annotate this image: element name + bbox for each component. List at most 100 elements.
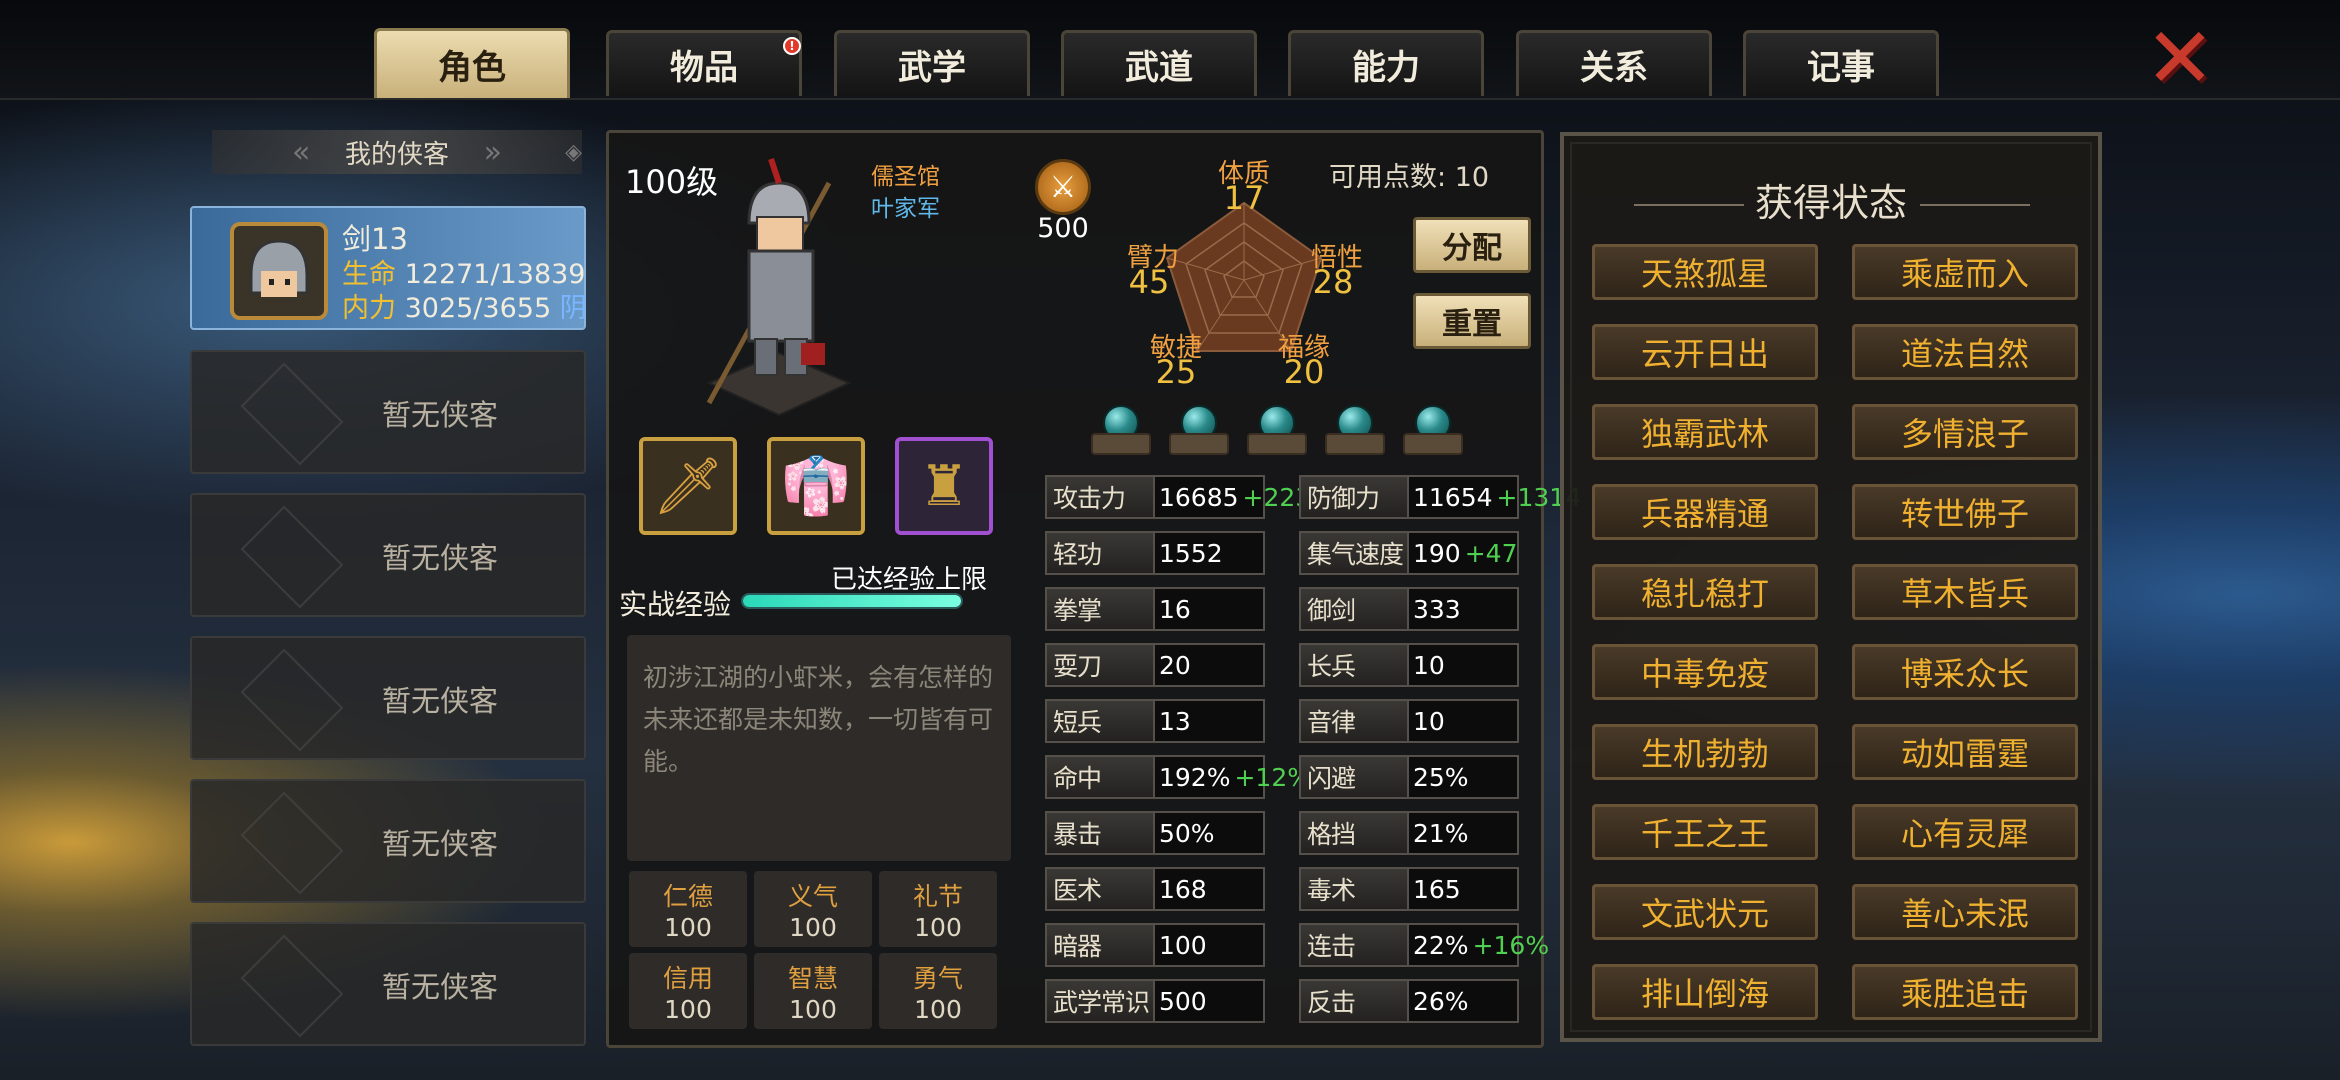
stat-number: 10 xyxy=(1413,650,1445,680)
stat-label: 命中 xyxy=(1045,755,1155,799)
roster-slot-empty[interactable]: 暂无侠客 xyxy=(190,636,586,760)
tab-items[interactable]: 物品! xyxy=(606,30,802,96)
status-effect-button[interactable]: 乘胜追击 xyxy=(1852,964,2078,1020)
mp-value: 3025/3655 xyxy=(404,293,552,324)
roster-slot-empty[interactable]: 暂无侠客 xyxy=(190,493,586,617)
stat-number: 333 xyxy=(1413,594,1461,624)
stat-label: 集气速度 xyxy=(1299,531,1409,575)
stat-number: 13 xyxy=(1159,706,1191,736)
jade-orb-icon[interactable] xyxy=(1323,403,1387,467)
tab-character[interactable]: 角色 xyxy=(374,28,570,98)
armor-slot[interactable]: 👘 xyxy=(767,437,865,535)
status-effect-button[interactable]: 文武状元 xyxy=(1592,884,1818,940)
status-effect-button[interactable]: 道法自然 xyxy=(1852,324,2078,380)
jade-orb-icon[interactable] xyxy=(1245,403,1309,467)
stat-value: 11654 +1314 xyxy=(1409,475,1581,519)
sword-medal-icon: ⚔ xyxy=(1035,159,1091,215)
stat-label: 长兵 xyxy=(1299,643,1409,687)
jade-orb-icon[interactable] xyxy=(1167,403,1231,467)
status-effect-button[interactable]: 千王之王 xyxy=(1592,804,1818,860)
status-effect-button[interactable]: 多情浪子 xyxy=(1852,404,2078,460)
status-effect-button[interactable]: 中毒免疫 xyxy=(1592,644,1818,700)
virtue-cell: 勇气 100 xyxy=(879,953,997,1029)
empty-label: 暂无侠客 xyxy=(382,970,499,1004)
status-effect-button[interactable]: 心有灵犀 xyxy=(1852,804,2078,860)
status-effect-button[interactable]: 转世佛子 xyxy=(1852,484,2078,540)
stat-label: 御剑 xyxy=(1299,587,1409,631)
status-effect-button[interactable]: 动如雷霆 xyxy=(1852,724,2078,780)
assign-button[interactable]: 分配 xyxy=(1413,217,1531,273)
jade-orb-icon[interactable] xyxy=(1401,403,1465,467)
stat-label: 毒术 xyxy=(1299,867,1409,911)
status-effect-button[interactable]: 排山倒海 xyxy=(1592,964,1818,1020)
exp-label: 实战经验 xyxy=(619,588,732,621)
roster-slot-empty[interactable]: 暂无侠客 xyxy=(190,779,586,903)
robe-icon: 👘 xyxy=(781,454,851,519)
stat-label: 反击 xyxy=(1299,979,1409,1023)
exp-bar xyxy=(741,593,963,609)
helmet-icon xyxy=(249,239,309,297)
stat-number: 500 xyxy=(1159,986,1207,1016)
virtue-value: 100 xyxy=(789,912,837,942)
virtue-cell: 信用 100 xyxy=(629,953,747,1029)
school-label: 儒圣馆 xyxy=(871,164,940,190)
status-effect-button[interactable]: 云开日出 xyxy=(1592,324,1818,380)
tab-martial-way[interactable]: 武道 xyxy=(1061,30,1257,96)
status-effect-button[interactable]: 博采众长 xyxy=(1852,644,2078,700)
virtue-value: 100 xyxy=(664,912,712,942)
stat-row: 医术 168 xyxy=(1045,867,1265,911)
tab-label: 武学 xyxy=(898,48,966,88)
stat-row: 拳掌 16 xyxy=(1045,587,1265,631)
stat-label: 拳掌 xyxy=(1045,587,1155,631)
notification-badge: ! xyxy=(783,37,801,55)
tab-relations[interactable]: 关系 xyxy=(1516,30,1712,96)
clan-label: 叶家军 xyxy=(871,196,940,222)
virtue-value: 100 xyxy=(914,912,962,942)
weapon-slot[interactable]: 🗡 xyxy=(639,437,737,535)
status-effect-button[interactable]: 兵器精通 xyxy=(1592,484,1818,540)
stat-label: 暗器 xyxy=(1045,923,1155,967)
stat-value: 168 xyxy=(1155,867,1265,911)
stat-row: 毒术 165 xyxy=(1299,867,1519,911)
jade-orb-icon[interactable] xyxy=(1089,403,1153,467)
status-effect-button[interactable]: 乘虚而入 xyxy=(1852,244,2078,300)
title-divider xyxy=(1920,204,2030,206)
tab-abilities[interactable]: 能力 xyxy=(1288,30,1484,96)
roster-slot-empty[interactable]: 暂无侠客 xyxy=(190,350,586,474)
stat-value: 10 xyxy=(1409,643,1519,687)
exp-bar-fill xyxy=(743,595,961,607)
status-effect-button[interactable]: 生机勃勃 xyxy=(1592,724,1818,780)
stat-number: 16 xyxy=(1159,594,1191,624)
exp-status: 已达经验上限 xyxy=(830,565,987,595)
roster-title: 我的侠客 xyxy=(344,139,449,170)
tab-journal[interactable]: 记事 xyxy=(1743,30,1939,96)
roster-slot-selected[interactable]: 剑13 生命 12271/13839 内力 3025/3655 阴 xyxy=(190,206,587,330)
stat-row: 轻功 1552 xyxy=(1045,531,1265,575)
status-effect-button[interactable]: 天煞孤星 xyxy=(1592,244,1818,300)
accessory-slot[interactable]: ♜ xyxy=(895,437,993,535)
stat-value: 20 xyxy=(1155,643,1265,687)
roster-slot-empty[interactable]: 暂无侠客 xyxy=(190,922,586,1046)
stat-number: 168 xyxy=(1159,874,1207,904)
stat-label: 武学常识 xyxy=(1045,979,1155,1023)
tab-martial-arts[interactable]: 武学 xyxy=(834,30,1030,96)
attr-fuyuan-value: 20 xyxy=(1283,353,1325,391)
virtue-name: 信用 xyxy=(662,963,713,993)
empty-slot-frame xyxy=(240,505,344,609)
stat-row: 闪避 25% xyxy=(1299,755,1519,799)
status-effect-button[interactable]: 草木皆兵 xyxy=(1852,564,2078,620)
tab-label: 物品 xyxy=(670,48,738,88)
status-effect-button[interactable]: 善心未泯 xyxy=(1852,884,2078,940)
virtue-value: 100 xyxy=(914,994,962,1024)
virtue-cell: 智慧 100 xyxy=(754,953,872,1029)
reset-button[interactable]: 重置 xyxy=(1413,293,1531,349)
tab-label: 记事 xyxy=(1807,48,1875,88)
stat-value: 100 xyxy=(1155,923,1265,967)
empty-label: 暂无侠客 xyxy=(382,398,499,432)
status-effect-button[interactable]: 独霸武林 xyxy=(1592,404,1818,460)
close-icon[interactable]: ✕ xyxy=(2138,9,2222,107)
stat-label: 连击 xyxy=(1299,923,1409,967)
stat-label: 暴击 xyxy=(1045,811,1155,855)
empty-slot-frame xyxy=(240,648,344,752)
status-effect-button[interactable]: 稳扎稳打 xyxy=(1592,564,1818,620)
